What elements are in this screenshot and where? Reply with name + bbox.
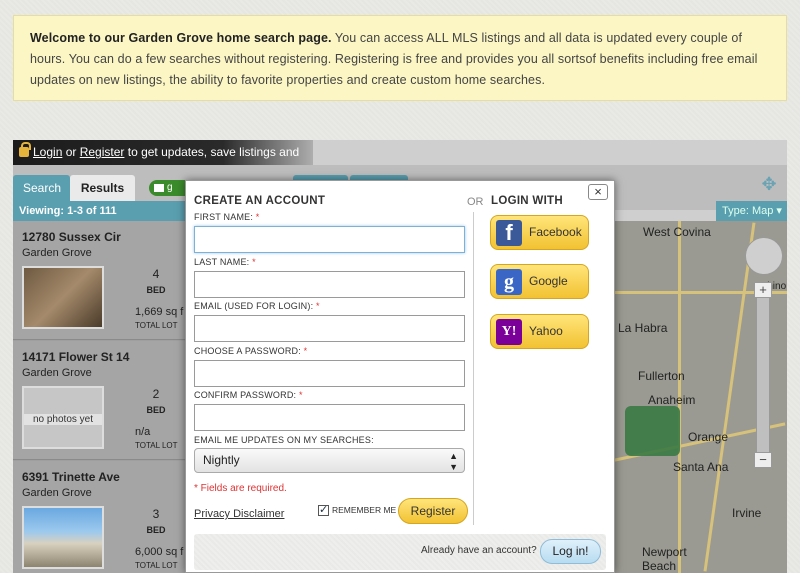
divider — [473, 212, 474, 525]
map-label: Orange — [688, 430, 729, 444]
create-account-title: CREATE AN ACCOUNT — [194, 195, 326, 207]
listing-photo[interactable]: no photos yet — [22, 386, 104, 449]
or-separator: OR — [467, 196, 484, 208]
email-label: EMAIL (USED FOR LOGIN): * — [194, 301, 320, 311]
no-photo-text: no photos yet — [24, 414, 102, 425]
map[interactable]: West Covina Chino H La Habra Fullerton A… — [608, 221, 787, 573]
map-label: Anaheim — [648, 393, 696, 407]
listing-address[interactable]: 6391 Trinette Ave — [22, 470, 120, 484]
google-login-button[interactable]: g Google — [490, 264, 589, 299]
facebook-login-button[interactable]: f Facebook — [490, 215, 589, 250]
close-button[interactable]: × — [588, 184, 608, 200]
list-item[interactable]: 14171 Flower St 14 Garden Grove no photo… — [13, 341, 188, 460]
listing-city: Garden Grove — [22, 367, 92, 379]
account-bar: Login or Register to get updates, save l… — [13, 140, 313, 184]
map-label: Irvine — [732, 506, 762, 520]
listing-sqft: 6,000 sq f — [135, 546, 184, 558]
email-updates-label: EMAIL ME UPDATES ON MY SEARCHES: — [194, 435, 374, 445]
listing-bed-label: BED — [146, 525, 166, 535]
listing-list: 12780 Sussex Cir Garden Grove 4 BED 1,66… — [13, 221, 188, 573]
remember-me-label: REMEMBER ME — [332, 505, 397, 515]
list-item[interactable]: 6391 Trinette Ave Garden Grove 3 BED 6,0… — [13, 461, 188, 573]
google-icon: g — [496, 269, 522, 295]
select-arrows-icon: ▲ ▼ — [449, 451, 458, 472]
google-label: Google — [529, 274, 568, 288]
property-markers[interactable] — [625, 406, 680, 456]
yahoo-icon: Y! — [496, 319, 522, 345]
last-name-label: LAST NAME: * — [194, 257, 256, 267]
listing-photo[interactable] — [22, 506, 104, 569]
expand-arrows-icon[interactable]: ✥ — [759, 174, 779, 194]
yahoo-label: Yahoo — [529, 324, 563, 338]
lock-icon — [19, 142, 31, 157]
listing-address[interactable]: 14171 Flower St 14 — [22, 350, 129, 364]
email-updates-value: Nightly — [203, 453, 240, 467]
zoom-in-button[interactable]: + — [754, 282, 772, 298]
tab-search[interactable]: Search — [13, 175, 70, 201]
login-with-title: LOGIN WITH — [491, 195, 563, 207]
privacy-disclaimer-link[interactable]: Privacy Disclaimer — [194, 508, 284, 520]
listing-beds: 3 — [152, 507, 160, 521]
listing-city: Garden Grove — [22, 487, 92, 499]
remember-me[interactable]: REMEMBER ME — [318, 503, 396, 517]
listing-sqft: n/a — [135, 426, 151, 438]
tab-results[interactable]: Results — [70, 175, 135, 201]
password-field[interactable] — [194, 360, 465, 387]
login-link[interactable]: Login — [33, 145, 62, 159]
already-account-text: Already have an account? — [421, 545, 537, 556]
first-name-label: FIRST NAME: * — [194, 212, 260, 222]
confirm-password-label: CONFIRM PASSWORD: * — [194, 390, 303, 400]
email-field[interactable] — [194, 315, 465, 342]
map-label: La Habra — [618, 321, 668, 335]
listing-lot-label: TOTAL LOT — [135, 321, 178, 330]
welcome-banner: Welcome to our Garden Grove home search … — [13, 15, 787, 101]
listing-bed-label: BED — [146, 405, 166, 415]
map-zoom-slider[interactable] — [756, 284, 770, 464]
listing-lot-label: TOTAL LOT — [135, 441, 178, 450]
confirm-password-field[interactable] — [194, 404, 465, 431]
map-label: Newport Beach — [642, 545, 687, 573]
list-item[interactable]: 12780 Sussex Cir Garden Grove 4 BED 1,66… — [13, 221, 188, 340]
required-note: * Fields are required. — [194, 483, 287, 494]
listing-address[interactable]: 12780 Sussex Cir — [22, 230, 121, 244]
login-button[interactable]: Log in! — [540, 539, 601, 564]
last-name-field[interactable] — [194, 271, 465, 298]
email-alert-button[interactable]: g — [149, 180, 189, 196]
or-text: or — [62, 145, 80, 159]
listing-city: Garden Grove — [22, 247, 92, 259]
facebook-icon: f — [496, 220, 522, 246]
first-name-field[interactable] — [194, 226, 465, 253]
results-count: Viewing: 1-3 of 111 — [13, 201, 188, 221]
register-link[interactable]: Register — [80, 145, 125, 159]
listing-bed-label: BED — [146, 285, 166, 295]
map-label: Santa Ana — [673, 460, 729, 474]
map-label: Fullerton — [638, 369, 685, 383]
email-updates-select[interactable]: Nightly ▲ ▼ — [194, 448, 465, 473]
listing-beds: 2 — [152, 387, 160, 401]
welcome-heading: Welcome to our Garden Grove home search … — [30, 31, 332, 45]
zoom-out-button[interactable]: − — [754, 452, 772, 468]
listing-beds: 4 — [152, 267, 160, 281]
map-label: West Covina — [643, 225, 711, 239]
register-button[interactable]: Register — [398, 498, 468, 524]
remember-me-checkbox[interactable] — [318, 503, 329, 517]
map-type-select[interactable]: Type: Map ▾ — [716, 201, 787, 221]
yahoo-login-button[interactable]: Y! Yahoo — [490, 314, 589, 349]
listing-lot-label: TOTAL LOT — [135, 561, 178, 570]
listing-photo[interactable] — [22, 266, 104, 329]
listing-sqft: 1,669 sq f — [135, 306, 184, 318]
map-pan-control[interactable] — [745, 237, 783, 275]
password-label: CHOOSE A PASSWORD: * — [194, 346, 308, 356]
facebook-label: Facebook — [529, 225, 582, 239]
